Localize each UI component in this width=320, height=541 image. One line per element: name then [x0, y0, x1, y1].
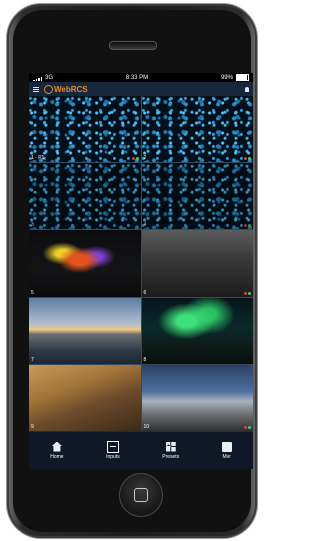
input-tile[interactable]: 8 [141, 297, 253, 364]
input-tile-number: 7 [31, 356, 34, 363]
tally-indicators [131, 157, 139, 161]
tab-presets[interactable]: Presets [162, 441, 180, 460]
tally-dot-icon [244, 291, 247, 295]
input-tile[interactable]: 7 [29, 297, 141, 364]
input-tile[interactable]: 3 [29, 163, 141, 230]
input-tile-number: 8 [143, 356, 147, 363]
app-logo: WebRCS [44, 84, 88, 94]
app-logo-text: WebRCS [54, 84, 88, 94]
tally-indicators [244, 157, 251, 161]
hamburger-menu-icon[interactable] [33, 86, 39, 92]
battery-percent: 99% [220, 74, 233, 81]
tally-indicators [244, 224, 251, 228]
input-tile[interactable]: 5 [29, 230, 141, 297]
tally-dot-icon [248, 291, 251, 295]
input-tile-number: 2 [143, 155, 147, 162]
home-icon [51, 441, 62, 452]
input-tile[interactable]: 9 [29, 364, 141, 431]
signal-strength-icon: 3G [33, 75, 53, 81]
inputs-icon [106, 440, 119, 453]
input-tile-number: 3 [31, 222, 34, 229]
bell-icon[interactable] [245, 86, 249, 92]
speaker-grille [109, 41, 157, 50]
tally-dot-icon [131, 157, 135, 161]
input-tile[interactable]: 6 [141, 230, 253, 297]
status-bar: 3G 8:33 PM 99% [29, 73, 253, 82]
tab-label: Presets [162, 453, 180, 460]
app-header: WebRCS [29, 82, 253, 96]
screen: 3G 8:33 PM 99% WebRCS 1 - P1 2 3 4 5 6 7 8 9 10 H… [29, 73, 253, 469]
tab-home[interactable]: Home [50, 441, 64, 460]
tally-dot-icon [248, 224, 251, 228]
presets-icon [165, 441, 176, 452]
tally-dot-icon [248, 157, 251, 161]
tally-dot-icon [244, 425, 247, 429]
input-tile[interactable]: 4 [141, 163, 253, 230]
bottom-tab-bar: Home Inputs Presets Mvr [29, 432, 253, 469]
input-tile-number: 9 [31, 423, 34, 430]
tab-mvr[interactable]: Mvr [221, 441, 232, 460]
tab-label: Mvr [222, 453, 231, 460]
input-tile[interactable]: 2 [141, 96, 253, 163]
tab-label: Home [50, 453, 64, 460]
mvr-icon [221, 441, 232, 452]
tab-label: Inputs [106, 453, 120, 460]
battery-icon [235, 74, 249, 81]
tally-dot-icon [248, 425, 251, 429]
logo-ring-icon [44, 84, 53, 94]
home-square-icon [134, 488, 148, 502]
carrier-label: 3G [45, 74, 54, 81]
tally-indicators [244, 291, 251, 295]
tab-inputs[interactable]: Inputs [106, 440, 120, 460]
input-tile[interactable]: 1 - P1 [29, 96, 141, 163]
tally-dot-icon [244, 224, 247, 228]
status-time: 8:33 PM [125, 74, 149, 81]
input-tile-number: 6 [143, 289, 147, 296]
input-grid: 1 - P1 2 3 4 5 6 7 8 9 10 [29, 96, 253, 431]
tally-dot-icon [244, 157, 247, 161]
home-button[interactable] [119, 473, 163, 517]
input-tile[interactable]: 10 [141, 364, 253, 431]
input-tile-number: 10 [143, 423, 150, 430]
tally-indicators [244, 425, 251, 429]
input-tile-number: 5 [31, 289, 34, 296]
input-tile-number: 1 - P1 [31, 155, 45, 162]
input-tile-number: 4 [143, 222, 147, 229]
tally-dot-icon [135, 157, 139, 161]
